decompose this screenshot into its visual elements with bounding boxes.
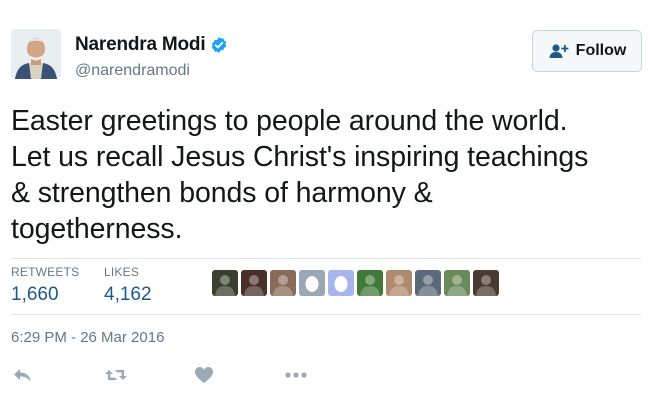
add-user-icon	[549, 44, 569, 58]
avatar-image	[11, 29, 61, 79]
user-name-row: Narendra Modi	[75, 34, 228, 56]
egg-icon	[305, 276, 319, 292]
tweet-line: & strengthen bonds of harmony &	[11, 177, 433, 209]
like-button[interactable]	[192, 363, 216, 387]
verified-badge-icon	[212, 37, 227, 53]
liker-avatar[interactable]	[473, 270, 499, 296]
more-dots-icon	[285, 372, 307, 378]
liker-avatar[interactable]	[386, 270, 412, 296]
liker-avatar[interactable]	[357, 270, 383, 296]
retweets-count: 1,660	[11, 284, 59, 305]
tweet-line: Easter greetings to people around the wo…	[11, 105, 568, 137]
liker-avatar[interactable]	[270, 270, 296, 296]
liked-by-avatars	[212, 270, 499, 296]
retweets-stat[interactable]: RETWEETS 1,660	[11, 265, 79, 306]
person-silhouette-icon	[360, 275, 380, 296]
person-silhouette-icon	[447, 275, 467, 296]
tweet-timestamp[interactable]: 6:29 PM - 26 Mar 2016	[11, 329, 164, 346]
person-silhouette-icon	[244, 275, 264, 296]
likes-label: LIKES	[104, 265, 140, 279]
liker-avatar[interactable]	[415, 270, 441, 296]
retweets-label: RETWEETS	[11, 265, 80, 279]
follow-button[interactable]: Follow	[532, 30, 642, 72]
more-options-button[interactable]	[284, 363, 308, 387]
liker-avatar[interactable]	[212, 270, 238, 296]
retweet-button[interactable]	[104, 363, 128, 387]
person-silhouette-icon	[476, 275, 496, 296]
profile-avatar[interactable]	[11, 29, 61, 79]
liker-default-avatar[interactable]	[328, 270, 354, 296]
tweet-text: Easter greetings to people around the wo…	[11, 103, 641, 247]
user-handle[interactable]: @narendramodi	[75, 62, 190, 80]
liker-avatar[interactable]	[444, 270, 470, 296]
tweet-line: Let us recall Jesus Christ's inspiring t…	[11, 141, 589, 173]
likes-count: 4,162	[104, 284, 152, 305]
stats-divider-top	[11, 258, 641, 259]
user-name[interactable]: Narendra Modi	[75, 34, 206, 56]
reply-icon	[14, 369, 31, 382]
person-silhouette-icon	[418, 275, 438, 296]
egg-icon	[334, 276, 348, 292]
reply-button[interactable]	[11, 363, 35, 387]
likes-stat[interactable]: LIKES 4,162	[104, 265, 152, 306]
follow-button-label: Follow	[575, 42, 627, 59]
liker-avatar[interactable]	[241, 270, 267, 296]
person-silhouette-icon	[215, 275, 235, 296]
stats-divider-bottom	[11, 314, 641, 315]
tweet-line: togetherness.	[11, 213, 183, 245]
person-silhouette-icon	[273, 275, 293, 296]
liker-default-avatar[interactable]	[299, 270, 325, 296]
person-silhouette-icon	[389, 275, 409, 296]
retweet-icon	[105, 370, 127, 380]
heart-icon	[195, 367, 213, 383]
